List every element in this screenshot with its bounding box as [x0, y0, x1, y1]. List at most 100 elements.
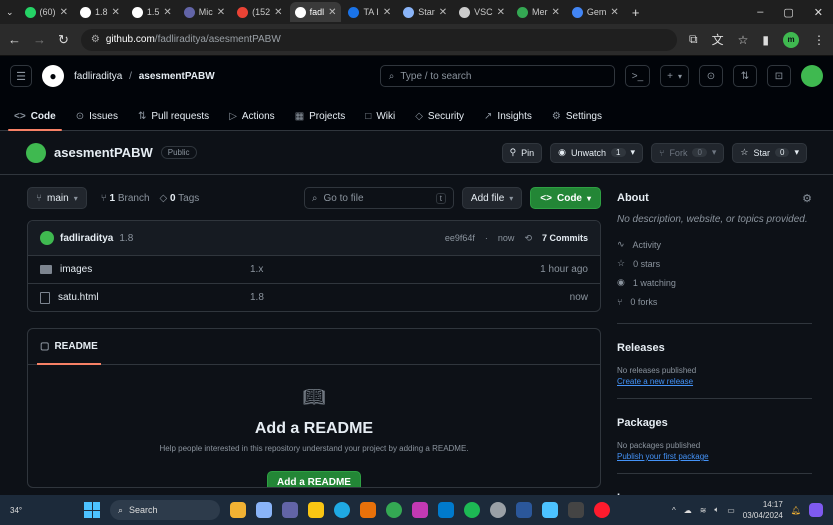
- commit-hash[interactable]: ee9f64f: [445, 233, 475, 243]
- word-icon[interactable]: [516, 502, 532, 518]
- browser-tab[interactable]: fadl ✕: [289, 2, 342, 22]
- close-tab-icon[interactable]: ✕: [552, 7, 560, 18]
- file-commit-message[interactable]: 1.8: [250, 292, 570, 303]
- breadcrumb-owner[interactable]: fadliraditya: [74, 71, 122, 82]
- opera-icon[interactable]: [594, 502, 610, 518]
- user-avatar[interactable]: [801, 65, 823, 87]
- tab-projects[interactable]: ▦ Projects: [293, 101, 348, 131]
- create-new-button[interactable]: + ▾: [660, 65, 689, 87]
- branch-selector[interactable]: ⑂ main ▾: [27, 187, 87, 209]
- packages-title[interactable]: Packages: [617, 411, 812, 435]
- wifi-icon[interactable]: ≋: [700, 506, 707, 515]
- site-info-icon[interactable]: ⚙: [91, 34, 100, 45]
- browser-tab[interactable]: Star ✕: [398, 2, 452, 22]
- taskbar-app-icon[interactable]: [230, 502, 246, 518]
- tags-link[interactable]: ◇ 0 Tags: [160, 193, 200, 204]
- browser-tab[interactable]: (152 ✕: [232, 2, 287, 22]
- close-tab-icon[interactable]: ✕: [60, 7, 68, 18]
- minimize-icon[interactable]: –: [757, 6, 763, 19]
- commits-link[interactable]: 7 Commits: [542, 233, 588, 243]
- tab-wiki[interactable]: □ Wiki: [363, 101, 397, 131]
- browser-tab[interactable]: Gem ✕: [567, 2, 624, 22]
- close-tab-icon[interactable]: ✕: [111, 7, 119, 18]
- tab-list-chevron-icon[interactable]: ⌄: [6, 7, 14, 18]
- back-icon[interactable]: ←: [8, 32, 21, 47]
- about-item[interactable]: ◉ 1 watching: [617, 273, 812, 292]
- github-logo-icon[interactable]: ●: [42, 65, 64, 87]
- tab-security[interactable]: ◇ Security: [413, 101, 466, 131]
- browser-tab[interactable]: Mer ✕: [512, 2, 565, 22]
- forward-icon[interactable]: →: [33, 32, 46, 47]
- close-tab-icon[interactable]: ✕: [274, 7, 282, 18]
- terminal-icon[interactable]: [568, 502, 584, 518]
- star-button[interactable]: ☆ Star 0 ▾: [732, 142, 807, 163]
- tab-settings[interactable]: ⚙ Settings: [550, 101, 604, 131]
- commit-message[interactable]: 1.8: [119, 233, 133, 244]
- windows-start-icon[interactable]: [84, 502, 100, 518]
- close-tab-icon[interactable]: ✕: [328, 7, 336, 18]
- pin-button[interactable]: ⚲ Pin: [501, 142, 543, 163]
- browser-tab[interactable]: VSC ✕: [454, 2, 510, 22]
- new-tab-button[interactable]: +: [632, 5, 640, 20]
- command-palette-icon[interactable]: >_: [624, 65, 651, 87]
- tab-actions[interactable]: ▷ Actions: [227, 101, 277, 131]
- about-item[interactable]: ☆ 0 stars: [617, 254, 812, 273]
- search-input[interactable]: ⌕ Type / to search: [379, 65, 615, 87]
- chrome-icon[interactable]: [386, 502, 402, 518]
- fork-button[interactable]: ⑂ Fork 0 ▾: [651, 142, 725, 163]
- branches-link[interactable]: ⑂ 1 Branch: [101, 193, 150, 204]
- file-name[interactable]: images: [60, 264, 92, 275]
- hamburger-menu-icon[interactable]: ☰: [10, 65, 32, 87]
- commit-author[interactable]: fadliraditya: [60, 233, 113, 244]
- readme-tab[interactable]: ▢ README: [37, 329, 101, 365]
- browser-tab[interactable]: TA I ✕: [343, 2, 396, 22]
- close-tab-icon[interactable]: ✕: [163, 7, 171, 18]
- add-file-button[interactable]: Add file ▾: [461, 187, 523, 209]
- profile-avatar[interactable]: m: [783, 31, 799, 48]
- url-field[interactable]: ⚙ github.com/fadliraditya/asesmentPABW: [80, 28, 678, 51]
- spotify-icon[interactable]: [464, 502, 480, 518]
- cloud-icon[interactable]: ☁: [684, 506, 692, 515]
- settings-icon[interactable]: [490, 502, 506, 518]
- taskbar-app-icon[interactable]: [412, 502, 428, 518]
- issues-header-icon[interactable]: ⊙: [699, 65, 723, 87]
- bookmark-star-icon[interactable]: ☆: [738, 33, 749, 47]
- tab-pull-requests[interactable]: ⇅ Pull requests: [136, 101, 211, 131]
- tab-issues[interactable]: ⊙ Issues: [74, 101, 120, 131]
- close-tab-icon[interactable]: ✕: [610, 7, 618, 18]
- copilot-icon[interactable]: [809, 503, 823, 517]
- releases-title[interactable]: Releases: [617, 336, 812, 360]
- repo-name[interactable]: asesmentPABW: [54, 145, 153, 160]
- breadcrumb-repo[interactable]: asesmentPABW: [139, 71, 215, 82]
- create-release-link[interactable]: Create a new release: [617, 377, 812, 386]
- about-item[interactable]: ⑂ 0 forks: [617, 292, 812, 311]
- clock[interactable]: 14:17 03/04/2024: [743, 499, 783, 521]
- edge-icon[interactable]: [334, 502, 350, 518]
- go-to-file-input[interactable]: ⌕ Go to file t: [303, 187, 454, 209]
- close-tab-icon[interactable]: ✕: [439, 7, 447, 18]
- translate-icon[interactable]: 文: [712, 31, 724, 48]
- close-window-icon[interactable]: ✕: [814, 6, 823, 19]
- file-row[interactable]: satu.html 1.8 now: [28, 283, 600, 311]
- side-panel-icon[interactable]: ▮: [762, 33, 769, 47]
- taskbar-app-icon[interactable]: [360, 502, 376, 518]
- browser-tab[interactable]: Mic ✕: [179, 2, 230, 22]
- taskbar-app-icon[interactable]: [282, 502, 298, 518]
- maximize-icon[interactable]: ▢: [783, 6, 793, 19]
- browser-menu-icon[interactable]: ⋮: [813, 33, 825, 47]
- browser-tab[interactable]: 1.5 ✕: [127, 2, 177, 22]
- unwatch-button[interactable]: ◉ Unwatch 1 ▾: [550, 142, 644, 163]
- close-tab-icon[interactable]: ✕: [217, 7, 225, 18]
- install-app-icon[interactable]: ⧉: [689, 32, 698, 47]
- reload-icon[interactable]: ↻: [58, 32, 69, 48]
- tab-code[interactable]: <> Code: [8, 101, 62, 131]
- code-button[interactable]: <> Code ▾: [530, 187, 601, 209]
- publish-package-link[interactable]: Publish your first package: [617, 452, 812, 461]
- inbox-icon[interactable]: ⊡: [767, 65, 791, 87]
- close-tab-icon[interactable]: ✕: [383, 7, 391, 18]
- battery-icon[interactable]: ▭: [727, 506, 735, 515]
- file-name[interactable]: satu.html: [58, 292, 99, 303]
- weather-temp[interactable]: 34°: [10, 506, 34, 515]
- gear-icon[interactable]: ⚙: [802, 192, 812, 205]
- file-commit-message[interactable]: 1.x: [250, 264, 540, 275]
